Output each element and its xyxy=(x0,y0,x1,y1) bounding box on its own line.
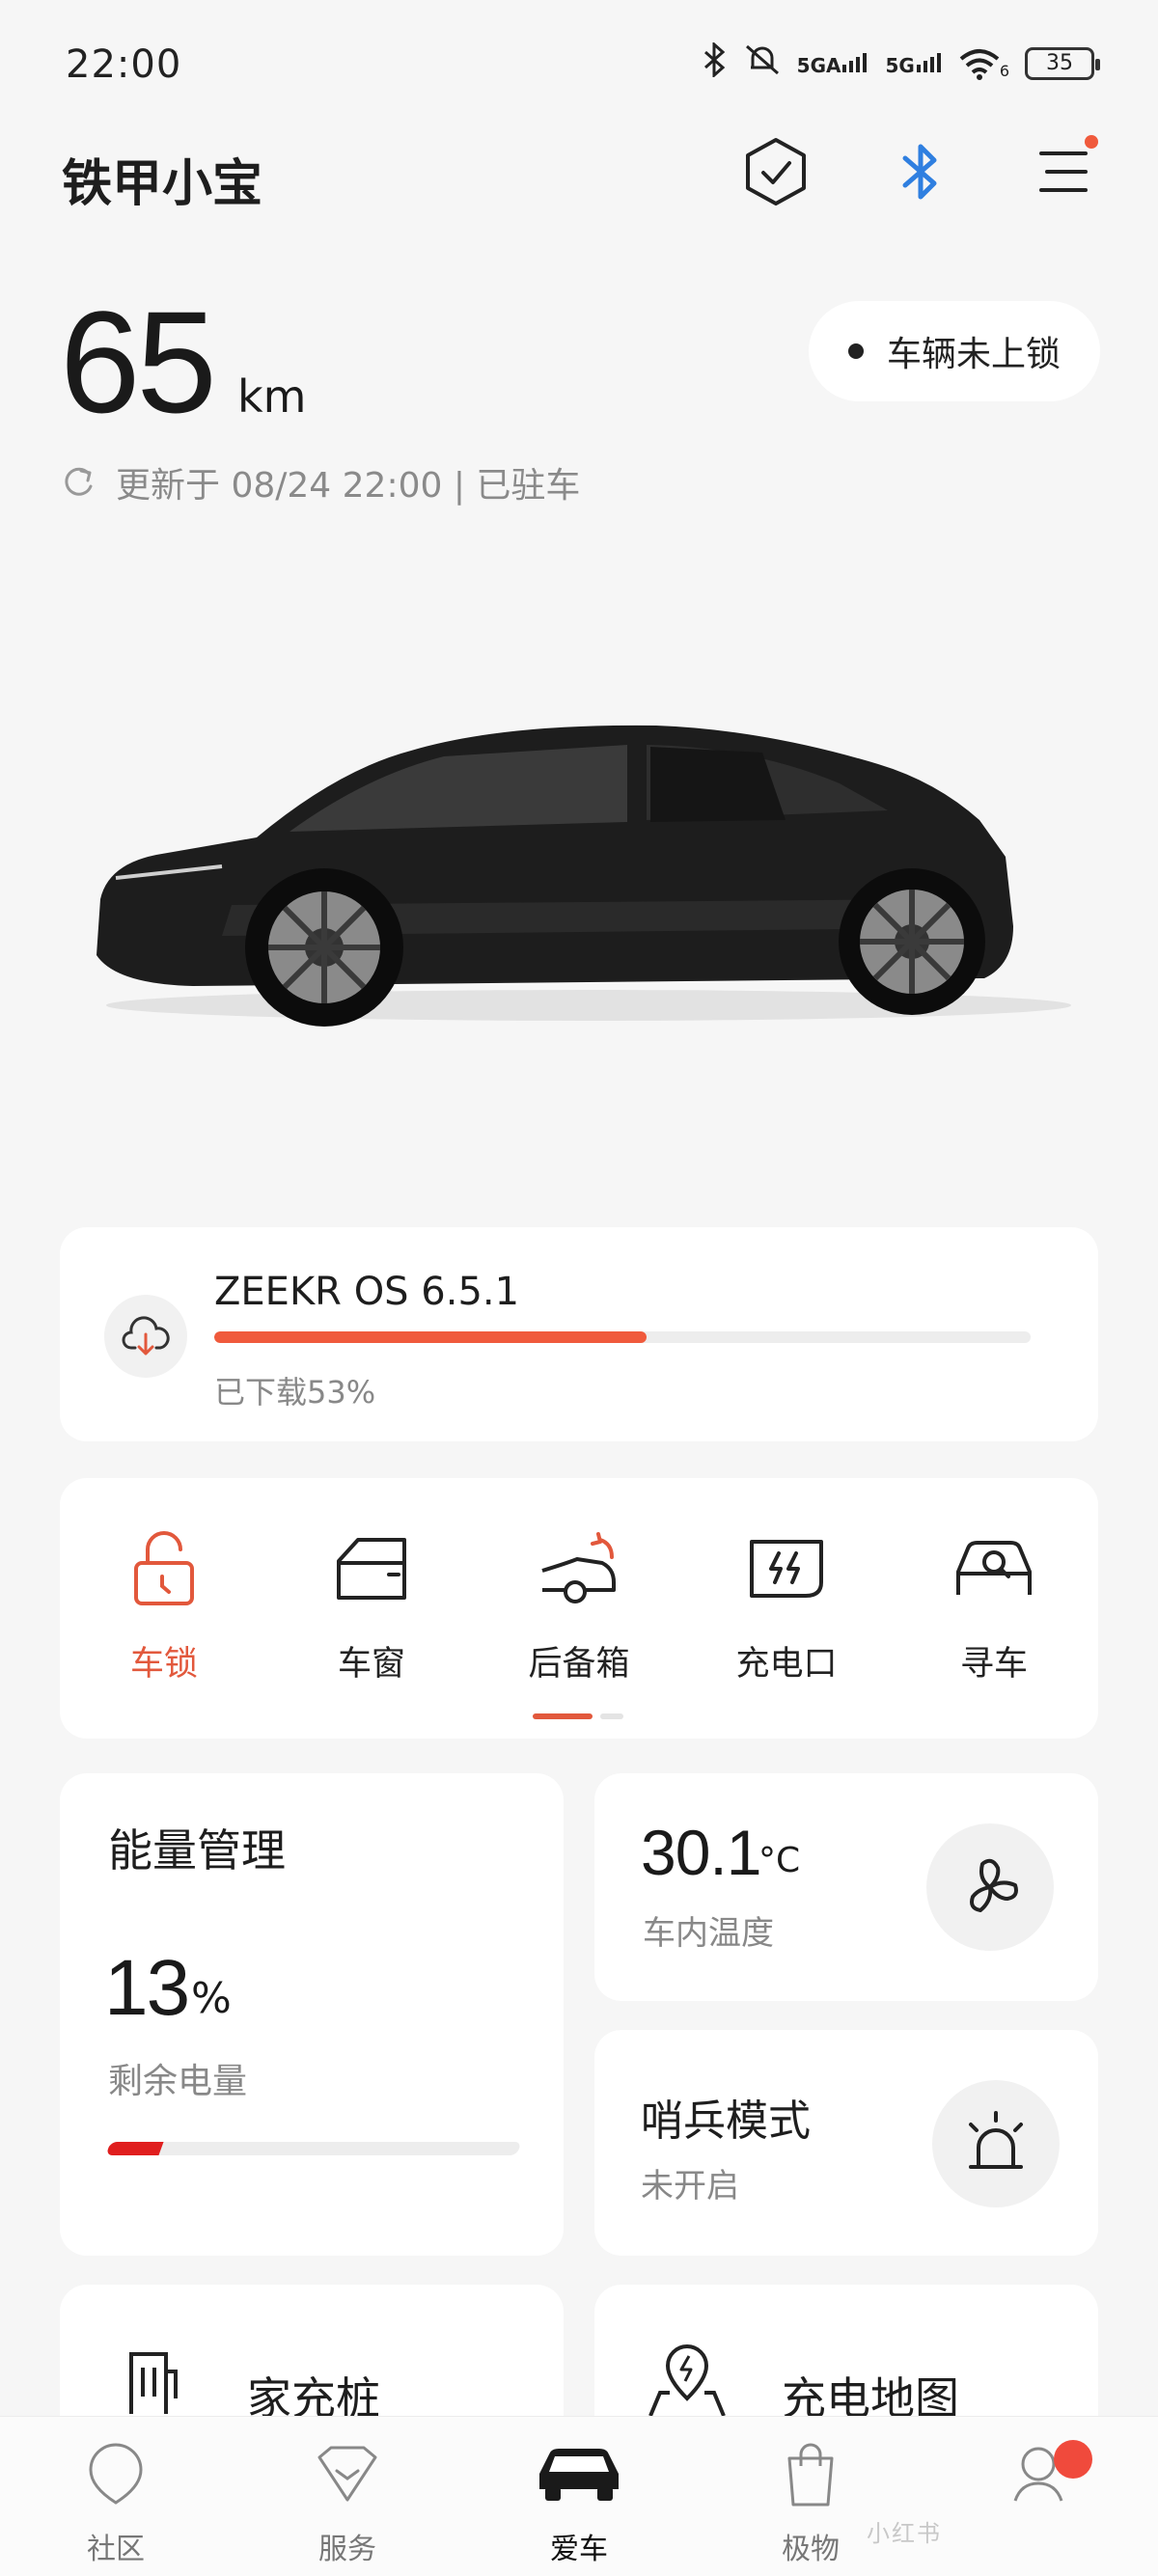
ota-progress-bar xyxy=(214,1331,1031,1343)
control-label: 车窗 xyxy=(337,1645,405,1684)
range-unit: km xyxy=(237,370,307,423)
page-indicator xyxy=(533,1713,623,1719)
ota-version: ZEEKR OS 6.5.1 xyxy=(214,1270,520,1314)
control-label: 充电口 xyxy=(735,1645,838,1684)
energy-title: 能量管理 xyxy=(108,1824,286,1877)
sentry-status: 未开启 xyxy=(641,2167,739,2206)
climate-card[interactable]: 30.1 °C 车内温度 xyxy=(594,1773,1098,2001)
control-find-car[interactable]: 寻车 xyxy=(907,1521,1081,1685)
range-value: 65 xyxy=(60,281,217,443)
trunk-icon xyxy=(541,1532,616,1603)
watermark: 小红书 xyxy=(867,2520,942,2547)
ota-progress-text: 已下载53% xyxy=(214,1374,376,1411)
nav-service[interactable]: 服务 xyxy=(280,2434,415,2567)
shield-check-icon xyxy=(746,138,806,206)
battery-percent-unit: % xyxy=(191,1974,232,2023)
status-icons: 5GA 5G 6 35 xyxy=(703,41,1100,84)
notification-dot xyxy=(1085,135,1098,149)
nav-label: 爱车 xyxy=(550,2533,608,2566)
community-icon xyxy=(89,2443,143,2505)
control-label: 后备箱 xyxy=(528,1645,630,1684)
sentry-title: 哨兵模式 xyxy=(641,2096,811,2146)
lock-icon xyxy=(134,1531,194,1605)
nav-label: 极物 xyxy=(782,2533,840,2566)
car-icon xyxy=(539,2449,619,2501)
sentry-toggle-button[interactable] xyxy=(932,2080,1060,2207)
signal-5g: 5G xyxy=(885,51,943,75)
sentry-mode-card[interactable]: 哨兵模式 未开启 xyxy=(594,2030,1098,2256)
signal-5ga: 5GA xyxy=(797,51,870,75)
battery-level-bar xyxy=(105,2142,522,2155)
climate-fan-button[interactable] xyxy=(926,1823,1054,1951)
remaining-charge-label: 剩余电量 xyxy=(108,2062,248,2101)
nav-label: 社区 xyxy=(87,2533,145,2566)
control-label: 车锁 xyxy=(129,1645,198,1684)
battery-percent: 13 xyxy=(104,1944,190,2032)
wifi-icon: 6 xyxy=(959,47,1009,80)
charging-pile-icon xyxy=(129,2352,178,2414)
vehicle-name: 铁甲小宝 xyxy=(62,155,263,213)
ota-update-card[interactable]: ZEEKR OS 6.5.1 已下载53% xyxy=(60,1227,1098,1441)
energy-management-card[interactable]: 能量管理 13 % 剩余电量 xyxy=(60,1773,564,2256)
window-icon xyxy=(337,1538,406,1600)
status-dot xyxy=(847,343,864,359)
nav-shop[interactable]: 极物 xyxy=(743,2434,878,2567)
bluetooth-status-icon xyxy=(703,41,728,84)
nav-my-car[interactable]: 爱车 xyxy=(511,2434,647,2567)
menu-icon xyxy=(1039,151,1088,192)
lock-status-pill[interactable]: 车辆未上锁 xyxy=(809,301,1100,401)
mute-icon xyxy=(743,42,782,84)
fan-icon xyxy=(970,1858,1018,1912)
service-icon xyxy=(317,2446,377,2502)
nav-community[interactable]: 社区 xyxy=(48,2434,183,2567)
security-check-button[interactable] xyxy=(737,133,814,210)
charging-map-pin-icon xyxy=(648,2344,726,2417)
profile-badge xyxy=(1054,2440,1092,2479)
alarm-light-icon xyxy=(969,2111,1023,2169)
find-car-icon xyxy=(956,1541,1032,1595)
refresh-icon xyxy=(65,467,93,496)
shop-bag-icon xyxy=(787,2443,834,2507)
control-lock[interactable]: 车锁 xyxy=(77,1521,251,1685)
status-time: 22:00 xyxy=(66,42,182,87)
bottom-navigation: 社区 服务 爱车 极物 xyxy=(0,2416,1158,2576)
control-window[interactable]: 车窗 xyxy=(285,1521,458,1685)
control-charge-port[interactable]: 充电口 xyxy=(700,1521,873,1685)
bluetooth-key-button[interactable] xyxy=(882,133,959,210)
battery-indicator: 35 xyxy=(1025,46,1100,80)
cloud-download-icon xyxy=(104,1295,187,1378)
nav-label: 服务 xyxy=(318,2533,376,2566)
cabin-temperature-label: 车内温度 xyxy=(643,1914,774,1953)
quick-controls-card: 车锁 车窗 后备箱 充电口 寻车 xyxy=(60,1478,1098,1739)
menu-button[interactable] xyxy=(1025,133,1102,210)
control-trunk[interactable]: 后备箱 xyxy=(492,1521,666,1685)
lock-status-text: 车辆未上锁 xyxy=(886,335,1061,374)
control-label: 寻车 xyxy=(959,1645,1028,1684)
update-status[interactable]: 更新于 08/24 22:00 | 已驻车 xyxy=(60,457,580,507)
ota-progress-fill xyxy=(214,1331,648,1343)
car-image xyxy=(96,725,1071,1027)
battery-level-fill xyxy=(105,2142,164,2155)
charge-port-icon xyxy=(750,1540,823,1598)
cabin-temperature: 30.1 xyxy=(641,1817,761,1888)
bluetooth-icon xyxy=(902,144,937,200)
nav-profile[interactable] xyxy=(975,2434,1110,2525)
update-text: 更新于 08/24 22:00 | 已驻车 xyxy=(116,466,581,506)
temperature-unit: °C xyxy=(758,1841,801,1880)
